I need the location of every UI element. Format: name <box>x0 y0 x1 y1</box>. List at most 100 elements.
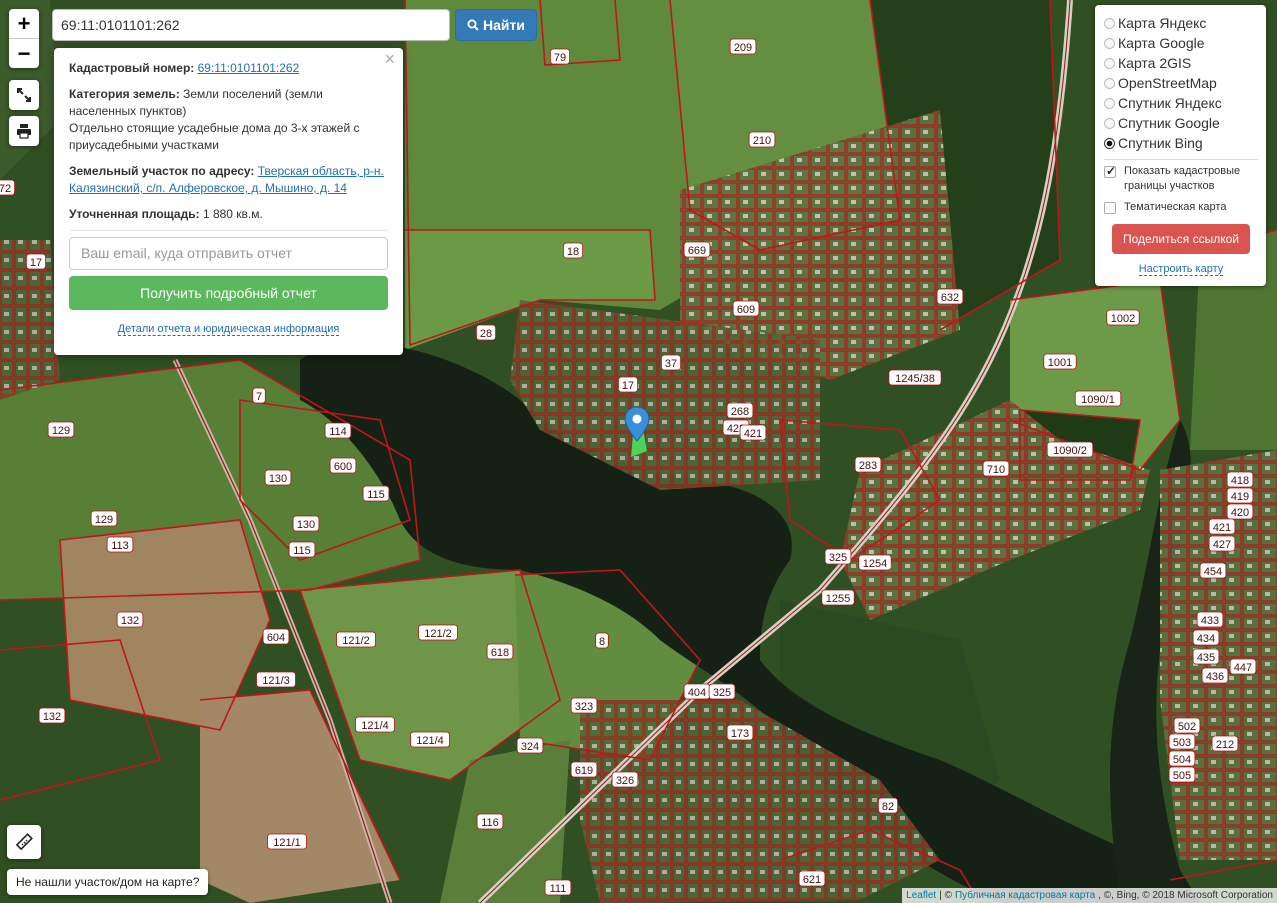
parcel-label[interactable]: 324 <box>516 737 544 754</box>
fullscreen-button[interactable] <box>9 80 39 110</box>
search-input[interactable]: 69:11:0101101:262 <box>52 9 450 41</box>
parcel-label[interactable]: 447 <box>1229 658 1257 675</box>
parcel-label[interactable]: 114 <box>324 422 352 439</box>
layer-option[interactable]: Спутник Google <box>1104 113 1258 133</box>
parcel-label[interactable]: 210 <box>748 131 776 148</box>
layer-panel: Карта Яндекс Карта Google Карта 2GIS OpenSt… <box>1095 5 1266 286</box>
parcel-label[interactable]: 72 <box>0 179 15 196</box>
parcel-label[interactable]: 433 <box>1196 611 1224 628</box>
layer-option[interactable]: Спутник Яндекс <box>1104 93 1258 113</box>
parcel-label[interactable]: 1255 <box>821 589 855 606</box>
parcel-label[interactable]: 1001 <box>1043 353 1077 370</box>
parcel-label[interactable]: 434 <box>1192 629 1220 646</box>
parcel-label[interactable]: 504 <box>1168 750 1196 767</box>
thematic-map-checkbox[interactable]: Тематическая карта <box>1104 200 1258 215</box>
parcel-label[interactable]: 604 <box>262 628 290 645</box>
layer-option[interactable]: OpenStreetMap <box>1104 73 1258 93</box>
parcel-label[interactable]: 116 <box>476 813 504 830</box>
layer-option[interactable]: Карта 2GIS <box>1104 53 1258 73</box>
parcel-label[interactable]: 421 <box>1208 518 1236 535</box>
parcel-label[interactable]: 427 <box>1208 535 1236 552</box>
parcel-label[interactable]: 618 <box>486 643 514 660</box>
parcel-label[interactable]: 323 <box>570 697 598 714</box>
parcel-label[interactable]: 421 <box>739 424 767 441</box>
parcel-label[interactable]: 115 <box>362 485 390 502</box>
parcel-label[interactable]: 37 <box>661 354 682 371</box>
report-details-link[interactable]: Детали отчета и юридическая информация <box>117 323 340 336</box>
parcel-label[interactable]: 111 <box>544 879 572 896</box>
parcel-label[interactable]: 1090/1 <box>1074 390 1122 407</box>
parcel-label[interactable]: 325 <box>824 548 852 565</box>
parcel-label[interactable]: 130 <box>292 515 320 532</box>
parcel-label[interactable]: 283 <box>854 456 882 473</box>
parcel-label[interactable]: 669 <box>683 241 711 258</box>
parcel-label[interactable]: 1254 <box>858 554 892 571</box>
share-link-button[interactable]: Поделиться ссылкой <box>1112 224 1250 254</box>
zoom-in-button[interactable]: + <box>9 9 39 38</box>
parcel-label[interactable]: 129 <box>90 510 118 527</box>
email-field[interactable]: Ваш email, куда отправить отчет <box>69 237 388 270</box>
parcel-label[interactable]: 8 <box>595 632 609 649</box>
parcel-label[interactable]: 121/1 <box>267 833 307 850</box>
parcel-number: 72 <box>0 183 11 195</box>
parcel-label[interactable]: 212 <box>1211 735 1239 752</box>
layer-option[interactable]: Карта Яндекс <box>1104 13 1258 33</box>
layer-option[interactable]: Карта Google <box>1104 33 1258 53</box>
parcel-label[interactable]: 503 <box>1168 733 1196 750</box>
layer-option[interactable]: Спутник Bing <box>1104 133 1258 153</box>
print-button[interactable] <box>9 116 39 146</box>
parcel-label[interactable]: 115 <box>288 541 316 558</box>
parcel-label[interactable]: 418 <box>1226 471 1254 488</box>
parcel-label[interactable]: 600 <box>329 457 357 474</box>
parcel-label[interactable]: 1090/2 <box>1046 441 1094 458</box>
tune-map-link[interactable]: Настроить карту <box>1138 263 1224 276</box>
parcel-label[interactable]: 129 <box>47 421 75 438</box>
parcel-label[interactable]: 121/3 <box>256 671 296 688</box>
parcel-label[interactable]: 420 <box>1226 503 1254 520</box>
parcel-label[interactable]: 502 <box>1173 717 1201 734</box>
get-report-button[interactable]: Получить подробный отчет <box>69 276 388 310</box>
close-icon[interactable]: × <box>384 50 395 68</box>
not-found-button[interactable]: Не нашли участок/дом на карте? <box>7 869 209 895</box>
parcel-label[interactable]: 268 <box>726 402 754 419</box>
parcel-label[interactable]: 404 <box>683 683 711 700</box>
parcel-label[interactable]: 419 <box>1226 487 1254 504</box>
parcel-label[interactable]: 121/2 <box>336 631 376 648</box>
ruler-button[interactable] <box>7 825 41 859</box>
parcel-label[interactable]: 79 <box>550 48 571 65</box>
parcel-label[interactable]: 619 <box>570 761 598 778</box>
parcel-label[interactable]: 7 <box>252 387 266 404</box>
parcel-label[interactable]: 710 <box>982 460 1010 477</box>
zoom-out-button[interactable]: − <box>9 38 39 68</box>
parcel-label[interactable]: 17 <box>618 376 639 393</box>
parcel-label[interactable]: 209 <box>729 38 757 55</box>
parcel-label[interactable]: 632 <box>936 288 964 305</box>
parcel-label[interactable]: 435 <box>1192 648 1220 665</box>
parcel-label[interactable]: 28 <box>475 324 496 341</box>
parcel-label[interactable]: 130 <box>264 469 292 486</box>
search-button[interactable]: Найти <box>455 9 537 41</box>
cadastral-link[interactable]: 69:11:0101101:262 <box>198 61 300 75</box>
parcel-label[interactable]: 17 <box>25 253 47 270</box>
parcel-label[interactable]: 1002 <box>1106 309 1140 326</box>
parcel-label[interactable]: 1245/38 <box>888 369 942 386</box>
parcel-label[interactable]: 609 <box>732 300 760 317</box>
parcel-label[interactable]: 621 <box>798 870 826 887</box>
pkk-link[interactable]: Публичная кадастровая карта <box>955 890 1095 901</box>
parcel-label[interactable]: 173 <box>726 724 754 741</box>
parcel-label[interactable]: 505 <box>1168 766 1196 783</box>
parcel-label[interactable]: 436 <box>1201 667 1229 684</box>
leaflet-link[interactable]: Leaflet <box>906 890 936 901</box>
parcel-label[interactable]: 121/4 <box>410 731 450 748</box>
parcel-label[interactable]: 132 <box>38 707 66 724</box>
parcel-label[interactable]: 454 <box>1199 562 1227 579</box>
parcel-label[interactable]: 132 <box>116 611 144 628</box>
parcel-label[interactable]: 113 <box>106 536 134 553</box>
parcel-label[interactable]: 326 <box>611 771 639 788</box>
parcel-label[interactable]: 82 <box>878 797 899 814</box>
parcel-label[interactable]: 121/2 <box>418 624 458 641</box>
parcel-label[interactable]: 18 <box>563 242 584 259</box>
show-borders-checkbox[interactable]: Показать кадастровые границы участков <box>1104 164 1258 194</box>
parcel-label[interactable]: 121/4 <box>355 716 395 733</box>
parcel-label[interactable]: 325 <box>708 683 736 700</box>
